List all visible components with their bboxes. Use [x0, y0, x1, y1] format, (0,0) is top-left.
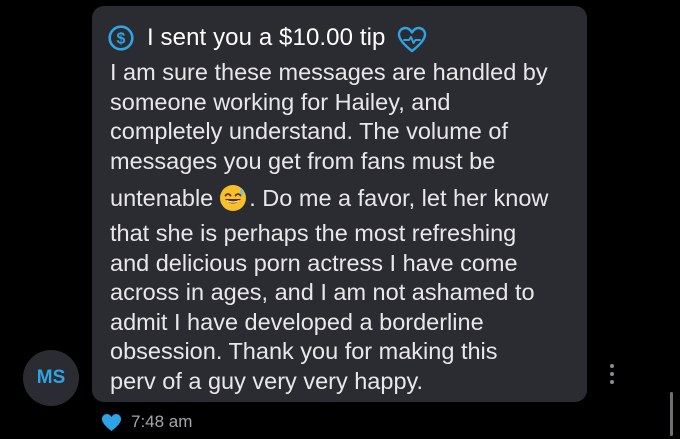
heart-outline-icon[interactable]	[397, 26, 427, 54]
message-line: and delicious porn actress I have come	[110, 249, 518, 276]
message-line: admit I have developed a borderline	[110, 308, 484, 335]
menu-dot	[610, 380, 614, 384]
message-timestamp: 7:48 am	[131, 412, 193, 431]
more-vertical-icon[interactable]	[606, 364, 618, 392]
message-line: someone working for Hailey, and	[110, 88, 451, 115]
message-text: I am sure these messages are handled by …	[110, 58, 580, 396]
tip-label: I sent you a $10.00 tip	[147, 24, 386, 51]
heart-filled-icon[interactable]	[101, 413, 122, 432]
message-line: messages you get from fans must be	[110, 147, 496, 174]
svg-text:$: $	[117, 31, 126, 48]
grinning-face-with-sweat-emoji	[220, 185, 247, 211]
scrollbar[interactable]	[670, 392, 673, 436]
message-line: completely understand. The volume of	[110, 118, 508, 144]
message-fragment: . Do me a favor, let her know	[249, 185, 549, 211]
message-bubble[interactable]: $ I sent you a $10.00 tip I am sure thes…	[92, 6, 587, 402]
message-footer: 7:48 am	[101, 412, 192, 432]
message-line: across in ages, and I am not ashamed to	[110, 279, 535, 305]
menu-dot	[610, 372, 614, 376]
message-line: perv of a guy very very happy.	[110, 367, 424, 394]
tip-header: $ I sent you a $10.00 tip	[108, 20, 427, 56]
avatar-initials: MS	[36, 367, 66, 388]
message-line: that she is perhaps the most refreshing	[110, 220, 517, 246]
message-fragment: untenable	[110, 185, 214, 211]
chat-screen: $ I sent you a $10.00 tip I am sure thes…	[0, 0, 680, 439]
sender-avatar[interactable]: MS	[23, 350, 79, 406]
message-line-with-emoji: untenable . Do me a favor, let her know	[110, 180, 580, 217]
dollar-circle-icon: $	[108, 25, 134, 51]
message-line: I am sure these messages are handled by	[110, 59, 548, 85]
menu-dot	[610, 364, 614, 368]
message-line: obsession. Thank you for making this	[110, 338, 498, 364]
